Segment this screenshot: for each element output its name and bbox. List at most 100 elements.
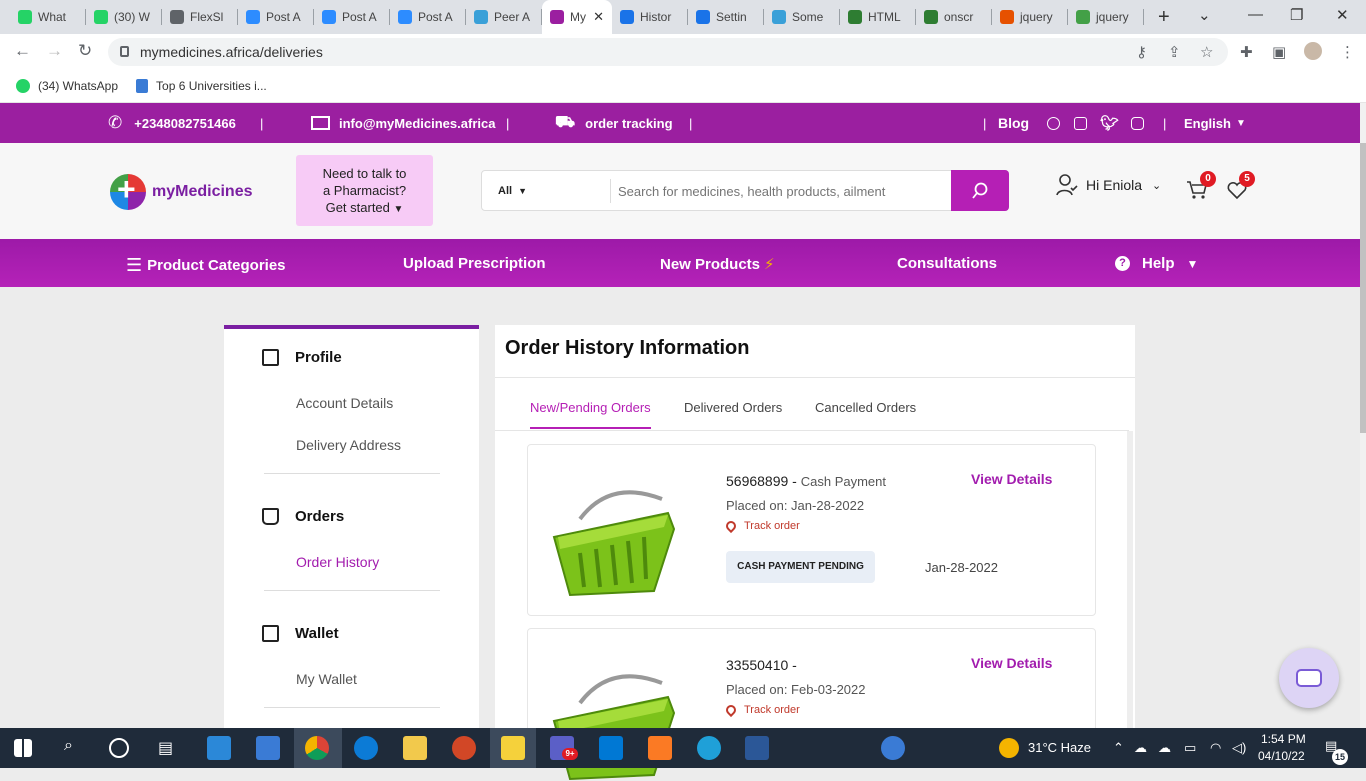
browser-tab[interactable]: My ✕	[542, 0, 612, 34]
edge-beta-icon[interactable]	[697, 736, 721, 760]
nav-consultations[interactable]: Consultations	[897, 255, 997, 272]
view-details-link[interactable]: View Details	[971, 471, 1052, 487]
browser-tab[interactable]: Peer A	[466, 0, 542, 34]
maximize-button[interactable]: ❐	[1290, 6, 1303, 24]
language-select[interactable]: English ▼	[1184, 116, 1246, 131]
powerpoint-icon[interactable]	[452, 736, 476, 760]
sidebar-item-order-history[interactable]: Order History	[296, 554, 379, 570]
browser-tab[interactable]: (30) W	[86, 0, 162, 34]
clock-time[interactable]: 1:54 PM	[1261, 732, 1306, 746]
weather-text[interactable]: 31°C Haze	[1028, 740, 1091, 755]
xampp-icon[interactable]	[648, 736, 672, 760]
windows-start-icon[interactable]	[14, 739, 32, 757]
browser-tab[interactable]: jquery	[992, 0, 1068, 34]
nav-upload-prescription[interactable]: Upload Prescription	[403, 255, 546, 272]
sidebar-item-my-wallet[interactable]: My Wallet	[296, 671, 357, 687]
extensions-icon[interactable]: ✚	[1240, 43, 1253, 61]
track-order-link[interactable]: Track order	[723, 702, 800, 718]
blog-link[interactable]: Blog	[998, 115, 1029, 131]
clock-date[interactable]: 04/10/22	[1258, 749, 1305, 763]
order-tracking-link[interactable]: ⛟ order tracking	[555, 113, 673, 133]
nav-new-products[interactable]: New Products ⚡︎	[660, 255, 775, 274]
mail-app-icon[interactable]	[256, 736, 280, 760]
wishlist-button[interactable]: 5	[1226, 171, 1255, 206]
browser-tab[interactable]: FlexSl	[162, 0, 238, 34]
star-icon[interactable]: ☆	[1200, 43, 1213, 61]
onedrive-icon[interactable]: ☁	[1134, 740, 1147, 756]
view-details-link[interactable]: View Details	[971, 655, 1052, 671]
store-icon[interactable]	[207, 736, 231, 760]
reload-icon[interactable]: ↻	[78, 41, 92, 61]
instagram-icon[interactable]	[1131, 116, 1144, 130]
browser-tab[interactable]: What	[10, 0, 86, 34]
tab-cancelled-orders[interactable]: Cancelled Orders	[815, 400, 916, 415]
sidebar-item-delivery-address[interactable]: Delivery Address	[296, 437, 401, 453]
cart-button[interactable]: 0	[1186, 171, 1216, 206]
file-explorer-icon[interactable]	[403, 736, 427, 760]
close-window-button[interactable]: ✕	[1336, 6, 1349, 24]
minimize-button[interactable]: —	[1248, 6, 1263, 23]
menu-icon[interactable]: ⋮	[1340, 43, 1355, 61]
browser-tab[interactable]: Post A	[390, 0, 466, 34]
task-view-icon[interactable]	[109, 738, 129, 758]
profile-avatar[interactable]	[1304, 42, 1322, 60]
close-tab-icon[interactable]: ✕	[593, 9, 604, 25]
phone-link[interactable]: ✆ +2348082751466	[108, 113, 236, 133]
pharmacist-cta[interactable]: Need to talk to a Pharmacist? Get starte…	[296, 155, 433, 226]
help-app-icon[interactable]	[881, 736, 905, 760]
wifi-icon[interactable]: ◠	[1210, 740, 1221, 756]
chat-widget-button[interactable]	[1279, 648, 1339, 708]
cloud-icon[interactable]: ☁	[1158, 740, 1171, 756]
browser-tab[interactable]: Post A	[314, 0, 390, 34]
category-select[interactable]: All ▼	[498, 185, 527, 197]
user-menu[interactable]: Hi Eniola ⌄	[1056, 173, 1161, 197]
url-field[interactable]: mymedicines.africa/deliveries	[108, 38, 1228, 66]
edge-icon[interactable]	[354, 736, 378, 760]
twitter-icon[interactable]: 🐦︎	[1100, 114, 1119, 132]
tab-new-pending-orders[interactable]: New/Pending Orders	[530, 400, 651, 429]
word-icon[interactable]	[745, 736, 769, 760]
email-link[interactable]: info@myMedicines.africa	[311, 116, 495, 131]
browser-tab[interactable]: Post A	[238, 0, 314, 34]
browser-tab[interactable]: onscr	[916, 0, 992, 34]
speaker-icon[interactable]: ◁)	[1232, 740, 1246, 756]
search-input[interactable]	[618, 179, 938, 203]
sidebar-section-profile[interactable]: Profile	[262, 349, 342, 366]
key-icon[interactable]: ⚷	[1136, 43, 1147, 61]
bookmark-universities[interactable]: Top 6 Universities i...	[136, 79, 267, 93]
sidebar-item-account-details[interactable]: Account Details	[296, 395, 393, 411]
linkedin-icon[interactable]	[1074, 116, 1087, 130]
side-panel-icon[interactable]: ▣	[1272, 43, 1286, 61]
sidebar-section-orders[interactable]: Orders	[262, 508, 344, 525]
chrome-icon[interactable]	[305, 736, 329, 760]
browser-tab[interactable]: Some	[764, 0, 840, 34]
chevron-up-icon[interactable]: ⌃	[1113, 740, 1124, 756]
vscode-icon[interactable]	[599, 736, 623, 760]
page-scrollbar[interactable]	[1360, 103, 1366, 728]
browser-tab[interactable]: HTML	[840, 0, 916, 34]
new-tab-button[interactable]: +	[1158, 6, 1170, 29]
back-icon[interactable]: ←	[14, 41, 31, 61]
browser-tab[interactable]: jquery	[1068, 0, 1144, 34]
track-order-link[interactable]: Track order	[723, 518, 800, 534]
sidebar-section-label: Wallet	[295, 625, 339, 642]
sidebar-section-wallet[interactable]: Wallet	[262, 625, 339, 642]
search-icon[interactable]: ⌕	[64, 737, 73, 755]
share-icon[interactable]: ⇪	[1168, 43, 1181, 61]
site-logo[interactable]: myMedicines	[110, 171, 252, 210]
tab-search-icon[interactable]: ⌄	[1198, 6, 1211, 24]
sticky-notes-icon[interactable]	[501, 736, 525, 760]
tab-delivered-orders[interactable]: Delivered Orders	[684, 400, 782, 415]
battery-icon[interactable]: ▭	[1184, 740, 1196, 756]
browser-tab[interactable]: Settin	[688, 0, 764, 34]
browser-tab[interactable]: Histor	[612, 0, 688, 34]
forward-icon[interactable]: →	[46, 41, 63, 61]
nav-product-categories[interactable]: ☰ Product Categories	[126, 255, 286, 276]
scrollbar-thumb[interactable]	[1360, 143, 1366, 433]
nav-help[interactable]: ? Help ▼	[1115, 255, 1198, 272]
search-button[interactable]	[951, 170, 1009, 211]
facebook-icon[interactable]	[1047, 116, 1060, 130]
widgets-icon[interactable]: ▤	[158, 738, 173, 758]
bookmark-whatsapp[interactable]: (34) WhatsApp	[16, 79, 118, 93]
panel-scrollbar[interactable]	[1127, 431, 1133, 735]
